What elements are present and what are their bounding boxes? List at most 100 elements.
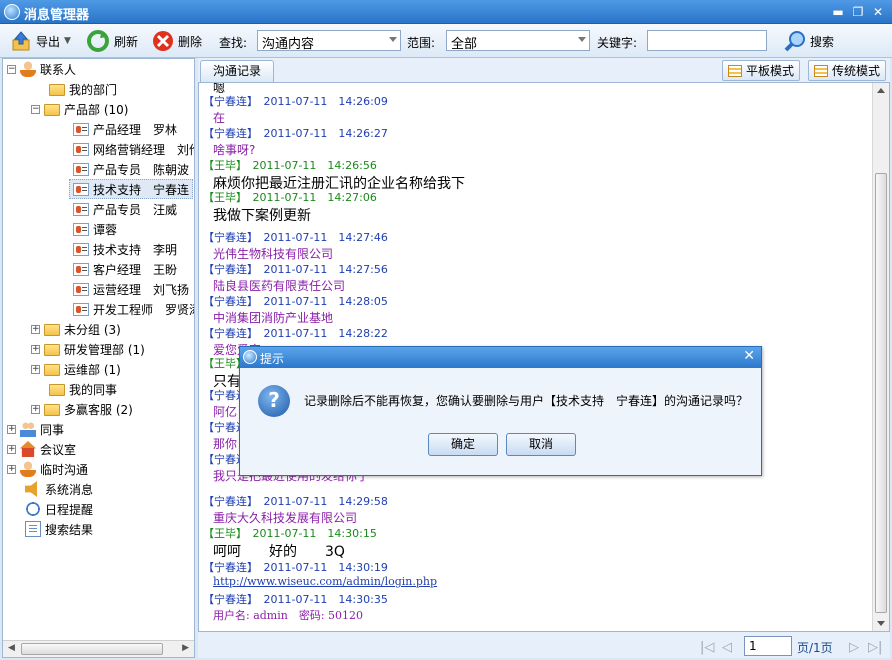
- cancel-button[interactable]: 取消: [506, 433, 576, 456]
- flat-mode-button[interactable]: 平板模式: [722, 60, 801, 81]
- collapse-icon[interactable]: −: [7, 64, 16, 74]
- message-vertical-scrollbar[interactable]: [872, 83, 889, 631]
- tree-meeting[interactable]: + 会议室: [7, 439, 76, 459]
- find-label: 查找:: [219, 36, 248, 50]
- message-body: 那你: [213, 437, 238, 451]
- collapse-icon[interactable]: −: [31, 104, 40, 114]
- contact-card-icon: [73, 142, 89, 156]
- scrollbar-thumb[interactable]: [875, 173, 887, 613]
- maximize-button[interactable]: ❐: [850, 4, 866, 20]
- tree-horizontal-scrollbar[interactable]: ◀ ▶: [3, 640, 194, 657]
- message-body: 啥事呀?: [213, 143, 256, 157]
- export-icon: [12, 31, 30, 51]
- tree-product-dept[interactable]: − 产品部 (10): [31, 99, 128, 119]
- dialog-close-icon[interactable]: ✕: [743, 348, 755, 364]
- tree-colleagues[interactable]: + 同事: [7, 419, 64, 439]
- tree-member[interactable]: 产品专员 汪威: [73, 199, 177, 219]
- expand-icon[interactable]: +: [31, 324, 40, 334]
- scope-select[interactable]: 全部: [446, 30, 590, 52]
- tree-schedule[interactable]: 日程提醒: [25, 499, 93, 519]
- folder-icon: [44, 104, 60, 116]
- tree-member[interactable]: 产品经理 罗林: [73, 119, 177, 139]
- export-button[interactable]: 导出 ▼: [10, 28, 71, 54]
- tree-contacts[interactable]: − 联系人: [7, 59, 76, 79]
- tree-label: 运营经理 刘飞扬: [93, 282, 190, 297]
- speaker-icon: [25, 481, 37, 497]
- tree-search-results[interactable]: 搜索结果: [25, 519, 93, 539]
- search-button[interactable]: 搜索: [784, 28, 834, 54]
- message-header: 【宁春连】 2011-07-11 14:29:58: [203, 495, 388, 508]
- refresh-button[interactable]: 刷新: [86, 28, 138, 54]
- tree-ungrouped[interactable]: + 未分组 (3): [31, 319, 121, 339]
- tree-member[interactable]: 运营经理 刘飞扬: [73, 279, 189, 299]
- prev-page-icon[interactable]: ◁: [722, 640, 732, 655]
- tree-label: 产品专员 汪威: [93, 202, 178, 217]
- page-input[interactable]: 1: [744, 636, 792, 656]
- tab-history[interactable]: 沟通记录: [200, 60, 274, 82]
- delete-icon: [153, 31, 173, 51]
- temp-chat-icon: [20, 461, 36, 477]
- title-bar: 消息管理器 ▬ ❐ ✕: [0, 0, 892, 24]
- tree-member[interactable]: 开发工程师 罗贤添: [73, 299, 194, 319]
- scrollbar-thumb[interactable]: [21, 643, 163, 655]
- tree-system-msg[interactable]: 系统消息: [25, 479, 93, 499]
- tree-label: 会议室: [40, 442, 77, 457]
- message-header: 【宁春连】 2011-07-11 14:28:22: [203, 327, 388, 340]
- tree-ops-dept[interactable]: + 运维部 (1): [31, 359, 121, 379]
- expand-icon[interactable]: +: [7, 464, 16, 474]
- folder-icon: [49, 384, 65, 396]
- clock-icon: [25, 501, 41, 517]
- tree-member[interactable]: 客户经理 王盼: [73, 259, 177, 279]
- expand-icon[interactable]: +: [7, 444, 16, 454]
- window-title: 消息管理器: [24, 8, 90, 23]
- minimize-button[interactable]: ▬: [830, 4, 846, 20]
- tree-label: 网络营销经理 刘伦: [93, 142, 195, 157]
- expand-icon[interactable]: +: [7, 424, 16, 434]
- tree-my-dept[interactable]: 我的部门: [49, 79, 117, 99]
- tree-label: 产品专员 陈朝波: [93, 162, 190, 177]
- folder-icon: [44, 344, 60, 356]
- flat-mode-icon: [728, 64, 742, 77]
- message-body: 中消集团消防产业基地: [213, 311, 334, 325]
- tree-label: 系统消息: [45, 482, 94, 497]
- tree-member[interactable]: 产品专员 陈朝波: [73, 159, 189, 179]
- keyword-input[interactable]: [647, 30, 767, 51]
- ok-button[interactable]: 确定: [428, 433, 498, 456]
- folder-icon: [44, 404, 60, 416]
- last-page-icon[interactable]: ▷|: [868, 640, 882, 655]
- message-header: 【王毕】 2011-07-11 14:26:56: [203, 159, 377, 172]
- close-button[interactable]: ✕: [870, 4, 886, 20]
- export-label: 导出: [36, 34, 61, 49]
- scroll-up-icon[interactable]: [877, 88, 885, 93]
- next-page-icon[interactable]: ▷: [849, 640, 859, 655]
- tree-member[interactable]: 谭蓉: [73, 219, 117, 239]
- message-body: 用户名: admin 密码: 50120: [213, 609, 364, 622]
- expand-icon[interactable]: +: [31, 364, 40, 374]
- question-icon: ?: [258, 385, 290, 417]
- folder-icon: [49, 84, 65, 96]
- scroll-down-icon[interactable]: [877, 621, 885, 626]
- scroll-right-icon[interactable]: ▶: [182, 643, 189, 653]
- refresh-icon: [87, 30, 109, 52]
- delete-button[interactable]: 删除: [152, 28, 202, 54]
- find-select[interactable]: 沟通内容: [257, 30, 401, 52]
- tree-member[interactable]: 技术支持 李明: [73, 239, 177, 259]
- tree-temp-chat[interactable]: + 临时沟通: [7, 459, 88, 479]
- tree-member-selected[interactable]: 技术支持 宁春连: [69, 179, 193, 199]
- message-body: 光伟生物科技有限公司: [213, 247, 334, 261]
- message-body: 呵呵 好的 3Q: [213, 544, 345, 560]
- message-header: 【宁春连】 2011-07-11 14:27:56: [203, 263, 388, 276]
- message-link[interactable]: http://www.wiseuc.com/admin/login.php: [213, 575, 437, 588]
- tree-member[interactable]: 网络营销经理 刘伦: [73, 139, 195, 159]
- tree-label: 研发管理部 (1): [64, 342, 145, 357]
- expand-icon[interactable]: +: [31, 404, 40, 414]
- first-page-icon[interactable]: |◁: [700, 640, 714, 655]
- tree-label: 我的同事: [69, 382, 118, 397]
- tree-my-colleagues[interactable]: 我的同事: [49, 379, 117, 399]
- message-header: 【王毕】 2011-07-11 14:27:06: [203, 191, 377, 204]
- classic-mode-button[interactable]: 传统模式: [808, 60, 887, 81]
- scroll-left-icon[interactable]: ◀: [8, 643, 15, 653]
- tree-service[interactable]: + 多赢客服 (2): [31, 399, 133, 419]
- expand-icon[interactable]: +: [31, 344, 40, 354]
- tree-rd-dept[interactable]: + 研发管理部 (1): [31, 339, 145, 359]
